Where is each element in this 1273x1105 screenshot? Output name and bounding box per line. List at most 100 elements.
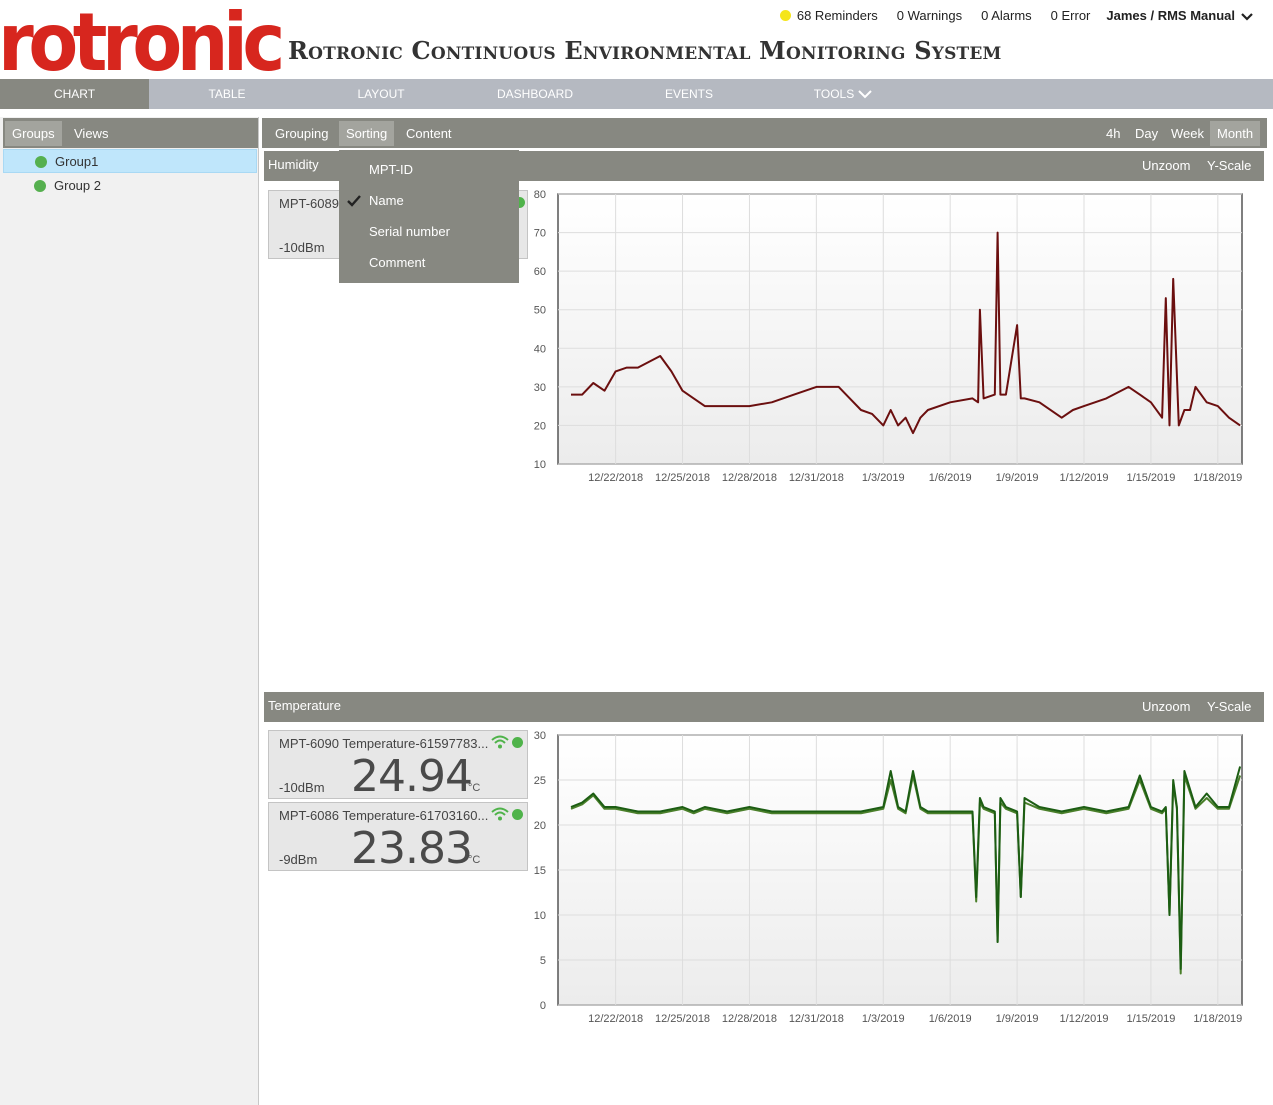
- y-tick-label: 5: [540, 955, 546, 967]
- x-tick-label: 1/18/2019: [1193, 1013, 1242, 1025]
- y-tick-label: 20: [534, 820, 546, 832]
- sensor-card-mpt-6090[interactable]: MPT-6090 Temperature-61597783... -10dBm …: [268, 730, 528, 802]
- sort-option-comment[interactable]: Comment: [339, 250, 519, 276]
- x-tick-label: 12/22/2018: [588, 1013, 643, 1025]
- x-tick-label: 1/18/2019: [1193, 472, 1242, 484]
- chevron-down-icon: [1241, 12, 1253, 21]
- x-tick-label: 1/15/2019: [1126, 472, 1175, 484]
- sensor-signal: -9dBm: [279, 852, 318, 867]
- x-tick-label: 12/25/2018: [655, 472, 710, 484]
- panel-title: Humidity: [268, 157, 319, 172]
- user-name: James / RMS Manual: [1106, 8, 1235, 23]
- unzoom-button[interactable]: Unzoom: [1142, 151, 1190, 181]
- x-tick-label: 12/28/2018: [722, 472, 777, 484]
- nav-dashboard[interactable]: DASHBOARD: [460, 79, 610, 109]
- sidebar: Groups Views Group1 Group 2: [0, 117, 259, 1105]
- sort-option-mpt-id[interactable]: MPT-ID: [339, 157, 519, 183]
- nav-table[interactable]: TABLE: [152, 79, 302, 109]
- group-row-group1[interactable]: Group1: [3, 149, 257, 173]
- reminders-count[interactable]: 68 Reminders: [797, 8, 878, 23]
- status-dot-icon: [512, 737, 523, 748]
- y-tick-label: 20: [534, 420, 546, 432]
- sensor-unit: °C: [468, 854, 481, 866]
- y-tick-label: 60: [534, 266, 546, 278]
- y-tick-label: 30: [534, 730, 546, 742]
- status-dot-icon: [512, 809, 523, 820]
- rotronic-logo: rotronic: [0, 0, 282, 76]
- y-scale-button[interactable]: Y-Scale: [1207, 151, 1251, 181]
- group-label: Group1: [55, 154, 99, 169]
- checkmark-icon: [347, 195, 361, 207]
- nav-events[interactable]: EVENTS: [614, 79, 764, 109]
- sensor-value: 23.83: [351, 823, 473, 874]
- unzoom-button[interactable]: Unzoom: [1142, 692, 1190, 722]
- sensor-name: MPT-6086 Temperature-61703160...: [279, 808, 489, 823]
- y-scale-button[interactable]: Y-Scale: [1207, 692, 1251, 722]
- range-week[interactable]: Week: [1164, 121, 1211, 146]
- x-tick-label: 1/9/2019: [996, 472, 1039, 484]
- x-tick-label: 12/25/2018: [655, 1013, 710, 1025]
- y-tick-label: 70: [534, 228, 546, 240]
- main-nav: CHART TABLE LAYOUT DASHBOARD EVENTS TOOL…: [0, 79, 1273, 109]
- wifi-signal-icon: [491, 807, 509, 821]
- sensor-signal: -10dBm: [279, 780, 325, 795]
- sidebar-tabs: Groups Views: [3, 118, 258, 148]
- temperature-panel-header: Temperature Unzoom Y-Scale: [264, 692, 1264, 722]
- x-tick-label: 1/9/2019: [996, 1013, 1039, 1025]
- x-tick-label: 1/12/2019: [1060, 1013, 1109, 1025]
- content-toolbar: Grouping Sorting Content 4h Day Week Mon…: [262, 118, 1267, 148]
- y-tick-label: 10: [534, 459, 546, 471]
- sort-option-name[interactable]: Name: [339, 188, 519, 214]
- nav-tools[interactable]: TOOLS: [768, 79, 918, 109]
- x-tick-label: 1/15/2019: [1126, 1013, 1175, 1025]
- nav-layout[interactable]: LAYOUT: [306, 79, 456, 109]
- range-day[interactable]: Day: [1128, 121, 1165, 146]
- wifi-signal-icon: [491, 735, 509, 749]
- status-bar: 68 Reminders 0 Warnings 0 Alarms 0 Error…: [779, 8, 1253, 23]
- humidity-chart[interactable]: 10 20 30 40 50 60 70 80 12/22/2018 12/25/2018 12/2…: [530, 186, 1268, 486]
- sensor-signal: -10dBm: [279, 240, 325, 255]
- x-tick-label: 1/3/2019: [862, 472, 905, 484]
- y-tick-label: 25: [534, 775, 546, 787]
- y-tick-label: 80: [534, 189, 546, 201]
- warnings-count[interactable]: 0 Warnings: [897, 8, 962, 23]
- status-dot-icon: [34, 180, 46, 192]
- reminder-indicator-icon: [779, 10, 791, 21]
- y-tick-label: 10: [534, 910, 546, 922]
- logo-wordmark: rotronic: [0, 0, 281, 76]
- y-tick-label: 40: [534, 343, 546, 355]
- errors-count[interactable]: 0 Error: [1051, 8, 1091, 23]
- sensor-unit: °C: [468, 782, 481, 794]
- sensor-card-mpt-6086[interactable]: MPT-6086 Temperature-61703160... -9dBm 2…: [268, 802, 528, 874]
- x-tick-label: 1/6/2019: [929, 1013, 972, 1025]
- tab-grouping[interactable]: Grouping: [268, 121, 335, 146]
- group-row-group2[interactable]: Group 2: [3, 174, 257, 198]
- x-tick-label: 12/28/2018: [722, 1013, 777, 1025]
- nav-chart[interactable]: CHART: [0, 79, 149, 109]
- sensor-name: MPT-6089: [279, 196, 339, 211]
- nav-tools-label: TOOLS: [813, 87, 855, 101]
- sensor-value: 24.94: [351, 751, 473, 802]
- sort-option-label: Name: [369, 193, 404, 208]
- y-tick-label: 50: [534, 305, 546, 317]
- x-tick-label: 1/12/2019: [1060, 472, 1109, 484]
- sensor-name: MPT-6090 Temperature-61597783...: [279, 736, 489, 751]
- chevron-down-icon: [858, 90, 872, 99]
- range-month[interactable]: Month: [1210, 121, 1261, 146]
- group-label: Group 2: [54, 178, 101, 193]
- sort-option-serial-number[interactable]: Serial number: [339, 219, 519, 245]
- x-tick-label: 12/22/2018: [588, 472, 643, 484]
- temperature-chart[interactable]: 0 5 10 15 20 25 30 12/22/2018 12/25/2018 12/28/20…: [530, 727, 1268, 1027]
- y-tick-label: 15: [534, 865, 546, 877]
- range-4h[interactable]: 4h: [1099, 121, 1127, 146]
- status-dot-icon: [35, 156, 47, 168]
- tab-groups[interactable]: Groups: [5, 121, 62, 146]
- tab-content[interactable]: Content: [399, 121, 459, 146]
- x-tick-label: 1/3/2019: [862, 1013, 905, 1025]
- alarms-count[interactable]: 0 Alarms: [981, 8, 1032, 23]
- tab-views[interactable]: Views: [67, 121, 115, 146]
- user-menu[interactable]: James / RMS Manual: [1106, 8, 1253, 23]
- sorting-dropdown: MPT-ID Name Serial number Comment: [339, 150, 519, 283]
- tab-sorting[interactable]: Sorting: [339, 121, 395, 146]
- panel-title: Temperature: [268, 698, 341, 713]
